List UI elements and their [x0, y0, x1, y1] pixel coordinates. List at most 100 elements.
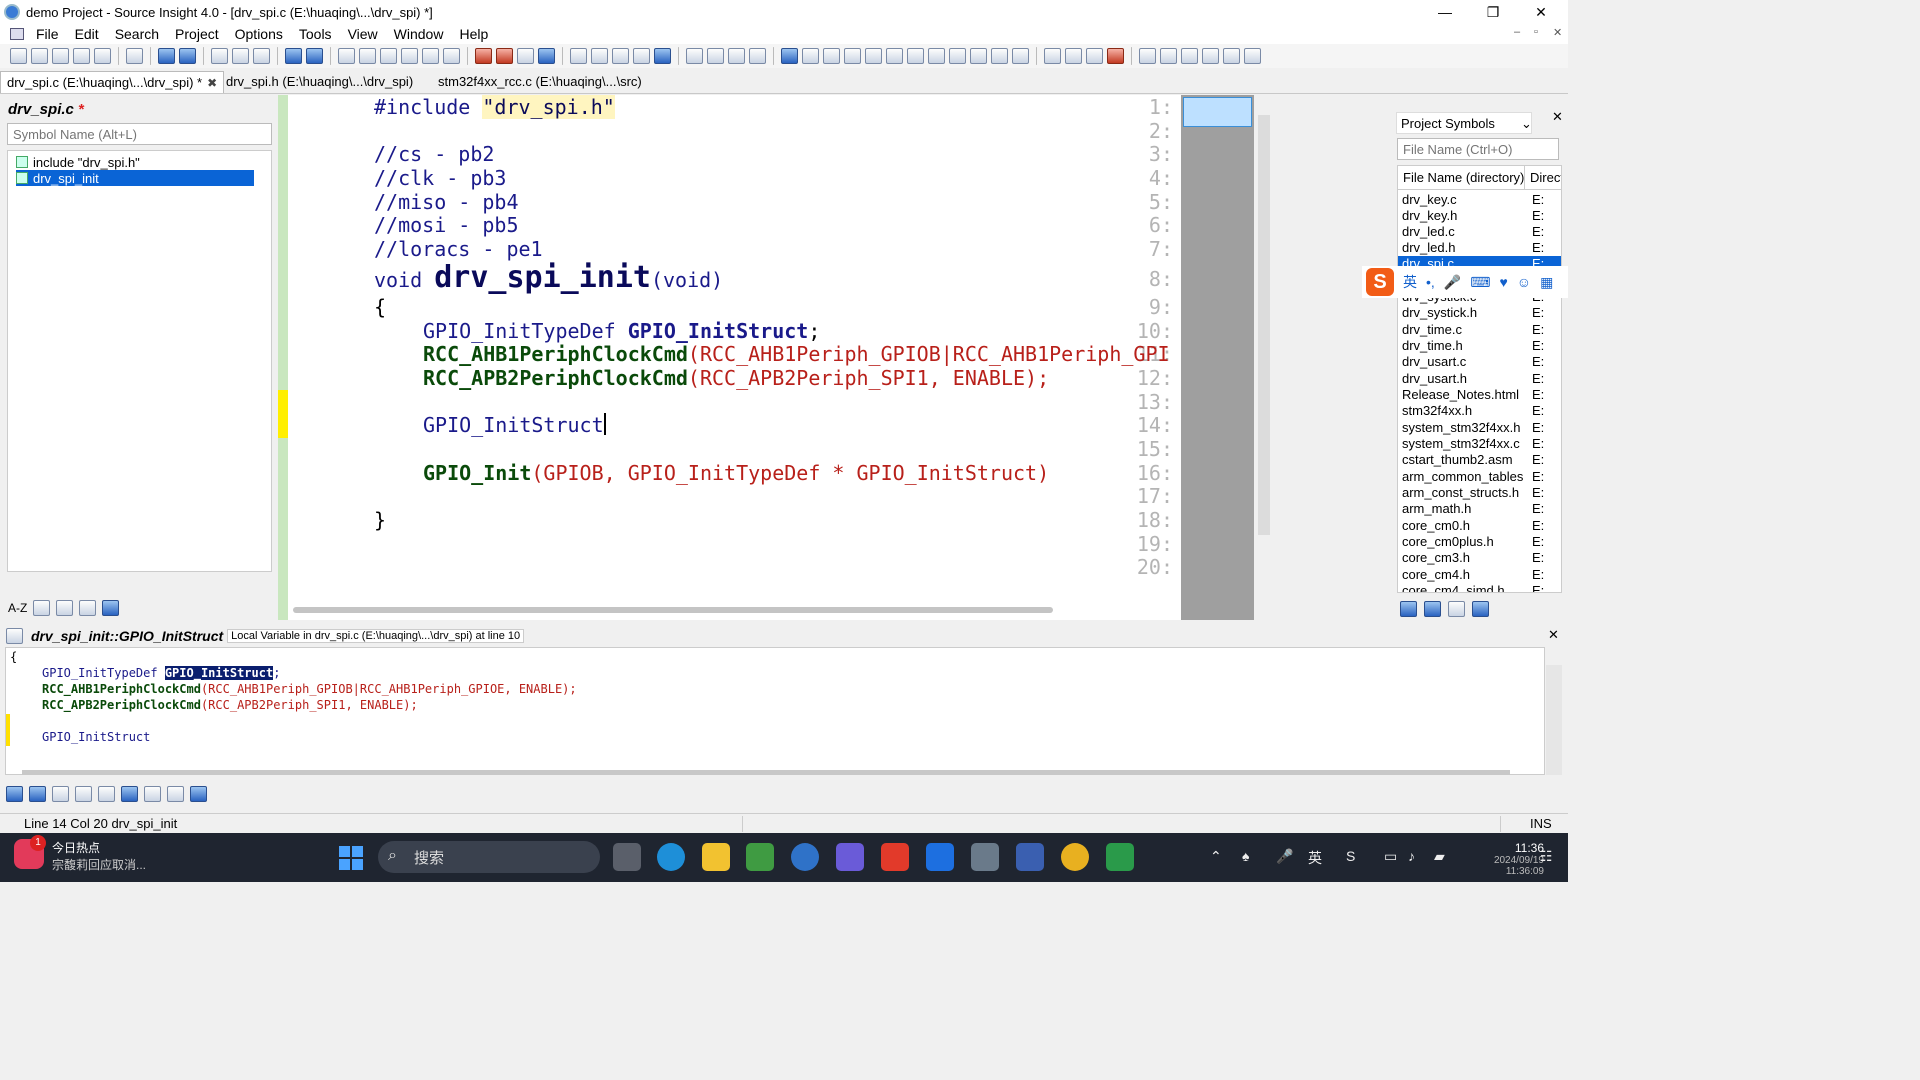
editor-vertical-scrollbar[interactable] [1254, 95, 1274, 620]
menu-help[interactable]: Help [451, 26, 496, 42]
snippet-icon[interactable] [907, 48, 924, 64]
app-icon[interactable] [926, 843, 954, 871]
project-window-close-icon[interactable]: ✕ [1552, 109, 1563, 125]
file-row[interactable]: drv_usart.c E: [1398, 354, 1561, 370]
file-name-search-input[interactable] [1397, 138, 1559, 160]
undo-icon[interactable] [285, 48, 302, 64]
chrome-browser-icon[interactable] [1061, 843, 1089, 871]
search-project-icon[interactable] [443, 48, 460, 64]
layout-1-icon[interactable] [686, 48, 703, 64]
context-window[interactable]: { GPIO_InitTypeDef GPIO_InitStruct; RCC_… [5, 647, 1545, 775]
app-icon[interactable] [746, 843, 774, 871]
tab-stm32f4xx-rcc-c[interactable]: stm32f4xx_rcc.c (E:\huaqing\...\src) [432, 71, 648, 93]
sync-icon[interactable] [538, 48, 555, 64]
toolbox-icon[interactable]: ▦ [1540, 274, 1553, 291]
doc-minimize-icon[interactable]: – [1514, 26, 1520, 38]
book-icon[interactable] [612, 48, 629, 64]
menu-file[interactable]: File [28, 26, 67, 42]
file-row[interactable]: arm_const_structs.h E: [1398, 485, 1561, 501]
paste-icon[interactable] [253, 48, 270, 64]
context-window-close-icon[interactable]: ✕ [1548, 627, 1559, 643]
relation-icon[interactable] [865, 48, 882, 64]
list-view-icon[interactable] [33, 600, 51, 616]
bookmark-a-icon[interactable] [1139, 48, 1156, 64]
microphone-icon[interactable]: 🎤 [1276, 848, 1293, 865]
file-explorer-icon[interactable] [702, 843, 730, 871]
file-list-icon[interactable] [1448, 601, 1465, 617]
layout-3-icon[interactable] [728, 48, 745, 64]
show-hidden-icons-chevron-icon[interactable]: ⌃ [1210, 848, 1222, 865]
file-row[interactable]: drv_key.c E: [1398, 192, 1561, 208]
tab-close-icon[interactable]: ✖ [207, 76, 217, 90]
symbol-item-drv-spi-init[interactable]: drv_spi_init [16, 170, 254, 186]
book-icon[interactable] [98, 786, 115, 802]
battery-icon[interactable]: ▰ [1434, 848, 1445, 865]
taskbar-clock[interactable]: 11:36 2024/09/19 11:36:09 [1462, 841, 1544, 877]
tray-app-icon[interactable]: ♠ [1242, 848, 1249, 864]
edit-icon[interactable] [1244, 48, 1261, 64]
sort-az-button[interactable]: A-Z [8, 601, 27, 615]
lookup-references-icon[interactable] [570, 48, 587, 64]
column-header-directory[interactable]: Directory [1525, 166, 1561, 190]
minimize-button[interactable]: — [1422, 0, 1468, 24]
document-system-menu-icon[interactable] [10, 28, 24, 40]
grid-icon[interactable] [1012, 48, 1029, 64]
doc-restore-icon[interactable]: ▫ [1534, 26, 1538, 38]
lock-icon[interactable] [167, 786, 184, 802]
column-header-file-name[interactable]: File Name (directory) [1398, 166, 1525, 190]
context-window-icon[interactable] [802, 48, 819, 64]
menu-view[interactable]: View [340, 26, 386, 42]
find-previous-icon[interactable] [380, 48, 397, 64]
book-icon[interactable] [79, 600, 97, 616]
tab-drv-spi-c[interactable]: drv_spi.c (E:\huaqing\...\drv_spi) * ✖ [0, 71, 225, 93]
maximize-button[interactable]: ❐ [1470, 0, 1516, 24]
back-arrow-icon[interactable] [6, 786, 23, 802]
overview-icon[interactable] [928, 48, 945, 64]
menu-search[interactable]: Search [107, 26, 167, 42]
context-vertical-scrollbar[interactable] [1546, 665, 1562, 775]
find-next-icon[interactable] [359, 48, 376, 64]
settings-gear-icon[interactable] [190, 786, 207, 802]
source-insight-app-icon[interactable] [4, 4, 20, 20]
bookmark-next-icon[interactable] [496, 48, 513, 64]
layout-4-icon[interactable] [749, 48, 766, 64]
jump-icon[interactable] [517, 48, 534, 64]
assistant-icon[interactable]: ☺ [1517, 274, 1531, 290]
close-window-icon[interactable] [1107, 48, 1124, 64]
taskbar-search-box[interactable]: ⌕ 搜索 [378, 841, 600, 873]
relation-window-icon[interactable] [654, 48, 671, 64]
lookup-references-icon[interactable] [52, 786, 69, 802]
symbol-search-input[interactable] [7, 123, 272, 145]
open-file-icon[interactable] [31, 48, 48, 64]
file-row[interactable]: drv_led.c E: [1398, 224, 1561, 240]
file-row[interactable]: core_cm0.h E: [1398, 518, 1561, 534]
menu-edit[interactable]: Edit [67, 26, 107, 42]
find-icon[interactable] [338, 48, 355, 64]
punctuation-icon[interactable]: •, [1426, 274, 1435, 290]
folder-icon[interactable] [1223, 48, 1240, 64]
symbol-item-include[interactable]: include "drv_spi.h" [16, 154, 140, 170]
file-row[interactable]: drv_time.h E: [1398, 338, 1561, 354]
file-row[interactable]: Release_Notes.html E: [1398, 387, 1561, 403]
file-row[interactable]: drv_led.h E: [1398, 240, 1561, 256]
skin-icon[interactable]: ♥ [1499, 274, 1507, 290]
call-tree-icon[interactable] [75, 786, 92, 802]
file-row[interactable]: stm32f4xx.h E: [1398, 403, 1561, 419]
app-icon[interactable] [1016, 843, 1044, 871]
save-all-icon[interactable] [94, 48, 111, 64]
file-row[interactable]: cstart_thumb2.asm E: [1398, 452, 1561, 468]
relation-icon[interactable] [121, 786, 138, 802]
menu-project[interactable]: Project [167, 26, 227, 42]
file-row[interactable]: arm_common_tables E: [1398, 469, 1561, 485]
project-window-dropdown[interactable]: Project Symbols ⌄ [1396, 112, 1532, 134]
notification-icon[interactable]: ☷ [1540, 848, 1553, 865]
volume-icon[interactable]: ♪ [1408, 848, 1415, 864]
bookmark-d-icon[interactable] [1202, 48, 1219, 64]
wps-office-icon[interactable] [881, 843, 909, 871]
zoom-out-icon[interactable] [1086, 48, 1103, 64]
file-row[interactable]: drv_time.c E: [1398, 322, 1561, 338]
symbol-window-icon[interactable] [823, 48, 840, 64]
news-widget[interactable]: 1 今日热点 宗馥莉回应取消... [14, 835, 146, 873]
code-editor[interactable]: 1: 2: 3: 4: 5: 6: 7: 8: 9: 10: 11: 12: 1… [288, 95, 1181, 620]
layout-2-icon[interactable] [707, 48, 724, 64]
